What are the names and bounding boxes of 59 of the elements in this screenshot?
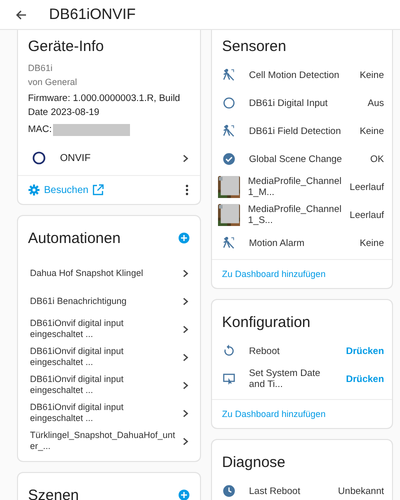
walking-figure-icon <box>222 124 236 138</box>
card-title: Konfiguration <box>221 313 312 333</box>
automation-item[interactable]: DB61iOnvif digital input eingeschaltet ... <box>18 315 200 343</box>
page-title: DB61iONVIF <box>49 6 136 23</box>
diagnostic-name[interactable]: Last Reboot <box>249 486 330 496</box>
sensor-state: Keine <box>360 238 384 248</box>
card-title: Sensoren <box>221 37 288 57</box>
automation-item[interactable]: DB61iOnvif digital input eingeschaltet ... <box>18 371 200 399</box>
chevron-right-icon <box>181 436 190 446</box>
circle-icon <box>222 96 236 110</box>
walking-figure-icon <box>222 68 236 82</box>
sensor-state: Aus <box>368 98 384 108</box>
sensor-name[interactable]: DB61i Digital Input <box>249 98 360 108</box>
walking-figure-icon <box>222 236 236 250</box>
automation-item[interactable]: DB61iOnvif digital input eingeschaltet ... <box>18 343 200 371</box>
monitor-arrow-icon <box>222 372 236 386</box>
manufacturer-text: von General <box>27 76 78 89</box>
gear-icon <box>28 184 40 196</box>
chevron-right-icon <box>181 380 190 390</box>
sensor-state: Leerlauf <box>350 210 384 220</box>
sensor-state: OK <box>370 154 384 164</box>
sensor-name[interactable]: Cell Motion Detection <box>249 70 352 80</box>
card-title: Automationen <box>27 229 122 249</box>
chevron-right-icon <box>181 352 190 362</box>
config-name[interactable]: Reboot <box>249 346 338 356</box>
automation-item[interactable]: DB61i Benachrichtigung <box>18 287 200 315</box>
restart-icon <box>222 344 236 358</box>
sensor-state: Keine <box>360 126 384 136</box>
external-link-icon[interactable] <box>92 184 104 196</box>
add-icon[interactable] <box>178 488 190 500</box>
firmware-text: Firmware: 1.000.0000003.1.R, Build Date 2023-08-19 <box>27 92 182 120</box>
mac-label: MAC: <box>28 123 52 137</box>
chevron-right-icon <box>181 408 190 418</box>
diagnostic-state: Unbekannt <box>338 486 384 496</box>
add-icon[interactable] <box>178 232 190 244</box>
chevron-right-icon <box>181 268 190 278</box>
automation-item[interactable]: Türklingel_Snapshot_DahuaHof_unter_... <box>18 427 200 455</box>
sensor-name[interactable]: Global Scene Change <box>249 154 362 164</box>
check-circle-icon <box>222 152 236 166</box>
ring-icon <box>32 151 46 165</box>
chevron-right-icon <box>181 154 190 162</box>
automation-item[interactable]: Dahua Hof Snapshot Klingel <box>18 259 200 287</box>
sensor-name[interactable]: MediaProfile_Channel1_M... <box>248 176 342 198</box>
sensor-state: Leerlauf <box>350 182 384 192</box>
config-name[interactable]: Set System Date and Ti... <box>249 368 338 390</box>
chevron-right-icon <box>181 296 190 306</box>
card-title: Geräte-Info <box>27 37 105 57</box>
back-arrow-icon[interactable] <box>15 8 27 20</box>
integration-name: ONVIF <box>60 152 92 164</box>
card-title: Szenen <box>27 486 80 500</box>
sensor-name[interactable]: Motion Alarm <box>249 238 352 248</box>
sensor-state: Keine <box>360 70 384 80</box>
integration-row[interactable]: ONVIF <box>18 137 200 176</box>
automation-item[interactable]: DB61iOnvif digital input eingeschaltet ... <box>18 399 200 427</box>
sensor-name[interactable]: DB61i Field Detection <box>249 126 352 136</box>
card-title: Diagnose <box>221 453 286 473</box>
sensor-name[interactable]: MediaProfile_Channel1_S... <box>248 204 342 226</box>
model-text: DB61i <box>27 62 54 75</box>
chevron-right-icon <box>181 324 190 334</box>
